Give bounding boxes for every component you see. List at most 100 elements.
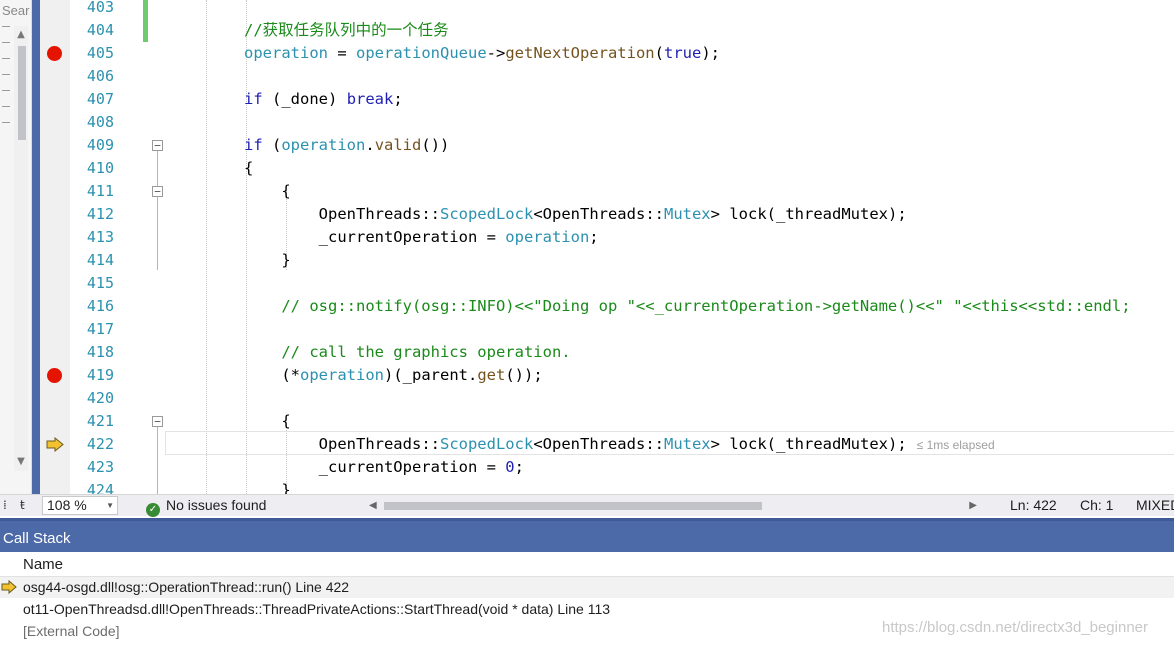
- line-number-indicator: Ln: 422: [1010, 497, 1057, 513]
- breakpoint-icon[interactable]: [47, 368, 62, 383]
- column-header-name[interactable]: Name: [0, 552, 1174, 577]
- collapse-toggle-icon[interactable]: −: [152, 186, 163, 197]
- collapse-toggle-icon[interactable]: −: [152, 416, 163, 427]
- scroll-right-arrow-icon[interactable]: ▶: [969, 498, 977, 513]
- watermark: https://blog.csdn.net/directx3d_beginner: [882, 619, 1149, 636]
- zoom-value: 108 %: [47, 497, 87, 513]
- scrollbar-thumb[interactable]: [18, 46, 26, 140]
- code-line[interactable]: 419 (*operation)(_parent.get());: [40, 364, 1174, 387]
- code-text[interactable]: (*operation)(_parent.get());: [244, 364, 542, 387]
- code-line[interactable]: 408: [40, 111, 1174, 134]
- code-text[interactable]: // osg::notify(osg::INFO)<<"Doing op "<<…: [244, 295, 1131, 318]
- current-statement-arrow-icon[interactable]: [46, 437, 64, 452]
- call-stack-row[interactable]: ot11-OpenThreadsd.dll!OpenThreads::Threa…: [0, 599, 1174, 620]
- code-editor[interactable]: 403 404 //获取任务队列中的一个任务 405 operation = opera…: [40, 0, 1174, 494]
- line-number: 424: [86, 481, 114, 494]
- line-number: 415: [86, 274, 114, 292]
- collapse-toggle-icon[interactable]: −: [152, 140, 163, 151]
- column-indicator: Ch: 1: [1080, 497, 1114, 513]
- issues-indicator[interactable]: ✓ No issues found: [146, 496, 266, 517]
- pane-divider[interactable]: [32, 0, 40, 494]
- code-text[interactable]: }: [244, 479, 290, 494]
- call-stack-row[interactable]: osg44-osgd.dll!osg::OperationThread::run…: [0, 577, 1174, 598]
- line-number: 418: [86, 343, 114, 361]
- text-icon[interactable]: ŧ: [20, 498, 34, 513]
- code-line[interactable]: 406: [40, 65, 1174, 88]
- breakpoint-icon[interactable]: [47, 46, 62, 61]
- code-line[interactable]: 415: [40, 272, 1174, 295]
- line-number: 417: [86, 320, 114, 338]
- code-comment: //获取任务队列中的一个任务: [244, 21, 449, 39]
- code-text[interactable]: OpenThreads::ScopedLock<OpenThreads::Mut…: [244, 433, 995, 456]
- line-number: 422: [86, 435, 114, 453]
- code-line[interactable]: 403: [40, 0, 1174, 19]
- line-number: 414: [86, 251, 114, 269]
- line-number: 419: [86, 366, 114, 384]
- issues-label: No issues found: [166, 497, 267, 513]
- code-text[interactable]: {: [244, 157, 253, 180]
- line-number: 412: [86, 205, 114, 223]
- line-number: 404: [86, 21, 114, 39]
- code-line[interactable]: 409 − if (operation.valid()): [40, 134, 1174, 157]
- code-text[interactable]: if (_done) break;: [244, 88, 403, 111]
- chevron-down-icon: ▼: [106, 501, 114, 510]
- code-line[interactable]: 413 _currentOperation = operation;: [40, 226, 1174, 249]
- code-line[interactable]: 407 if (_done) break;: [40, 88, 1174, 111]
- code-text[interactable]: // call the graphics operation.: [244, 341, 571, 364]
- call-stack-header: Call Stack: [0, 518, 1174, 552]
- code-text[interactable]: operation = operationQueue->getNextOpera…: [244, 42, 720, 65]
- code-line[interactable]: 405 operation = operationQueue->getNextOp…: [40, 42, 1174, 65]
- column-header-label: Name: [23, 556, 64, 573]
- code-line[interactable]: 416 // osg::notify(osg::INFO)<<"Doing op…: [40, 295, 1174, 318]
- line-number: 420: [86, 389, 114, 407]
- code-line[interactable]: 417: [40, 318, 1174, 341]
- code-text[interactable]: _currentOperation = 0;: [244, 456, 524, 479]
- horizontal-scrollbar[interactable]: ◀ ▶: [366, 498, 980, 513]
- check-icon: ✓: [146, 503, 160, 517]
- code-line[interactable]: 423 _currentOperation = 0;: [40, 456, 1174, 479]
- code-text[interactable]: {: [244, 180, 290, 203]
- code-line[interactable]: 410 {: [40, 157, 1174, 180]
- scroll-left-arrow-icon[interactable]: ◀: [369, 498, 377, 513]
- line-number: 410: [86, 159, 114, 177]
- code-text[interactable]: if (operation.valid()): [244, 134, 449, 157]
- scroll-up-arrow-icon[interactable]: ▲: [14, 30, 28, 40]
- call-stack-window[interactable]: Name osg44-osgd.dll!osg::OperationThread…: [0, 552, 1174, 645]
- code-text[interactable]: OpenThreads::ScopedLock<OpenThreads::Mut…: [244, 203, 907, 226]
- code-line[interactable]: 424 }: [40, 479, 1174, 494]
- code-line[interactable]: 418 // call the graphics operation.: [40, 341, 1174, 364]
- editor-status-bar: ⁞ ŧ 108 % ▼ ✓ No issues found ◀ ▶ Ln: 422…: [0, 494, 1174, 517]
- code-line[interactable]: 404 //获取任务队列中的一个任务: [40, 19, 1174, 42]
- line-number: 411: [86, 182, 114, 200]
- line-number: 409: [86, 136, 114, 154]
- code-line[interactable]: 412 OpenThreads::ScopedLock<OpenThreads:…: [40, 203, 1174, 226]
- code-comment: // call the graphics operation.: [281, 343, 571, 361]
- solution-explorer-strip: Sear ▲ ▼: [0, 0, 32, 494]
- code-line[interactable]: 411 − {: [40, 180, 1174, 203]
- code-line[interactable]: 414 }: [40, 249, 1174, 272]
- line-number: 416: [86, 297, 114, 315]
- code-text[interactable]: _currentOperation = operation;: [244, 226, 599, 249]
- vertical-scrollbar[interactable]: ▲ ▼: [14, 26, 28, 471]
- line-number: 407: [86, 90, 114, 108]
- code-line[interactable]: 420: [40, 387, 1174, 410]
- code-text[interactable]: //获取任务队列中的一个任务: [244, 19, 449, 42]
- line-number: 403: [86, 0, 114, 16]
- line-number: 413: [86, 228, 114, 246]
- zoom-dropdown[interactable]: 108 % ▼: [42, 496, 118, 515]
- scroll-down-arrow-icon[interactable]: ▼: [14, 457, 28, 467]
- line-number: 423: [86, 458, 114, 476]
- call-stack-frame: ot11-OpenThreadsd.dll!OpenThreads::Threa…: [23, 601, 611, 617]
- tree-grips: [0, 26, 12, 138]
- code-comment: // osg::notify(osg::INFO)<<"Doing op "<<…: [281, 297, 1131, 315]
- line-ending-indicator[interactable]: MIXED: [1136, 496, 1174, 515]
- code-text[interactable]: }: [244, 249, 290, 272]
- scrollbar-thumb[interactable]: [384, 502, 762, 510]
- code-text[interactable]: {: [244, 410, 290, 433]
- code-line[interactable]: 421 − {: [40, 410, 1174, 433]
- line-number: 406: [86, 67, 114, 85]
- code-line[interactable]: 422 OpenThreads::ScopedLock<OpenThreads:…: [40, 433, 1174, 456]
- perf-tip[interactable]: ≤ 1ms elapsed: [917, 438, 995, 452]
- search-input[interactable]: Sear: [2, 3, 29, 18]
- properties-icon[interactable]: ⁞: [3, 498, 17, 513]
